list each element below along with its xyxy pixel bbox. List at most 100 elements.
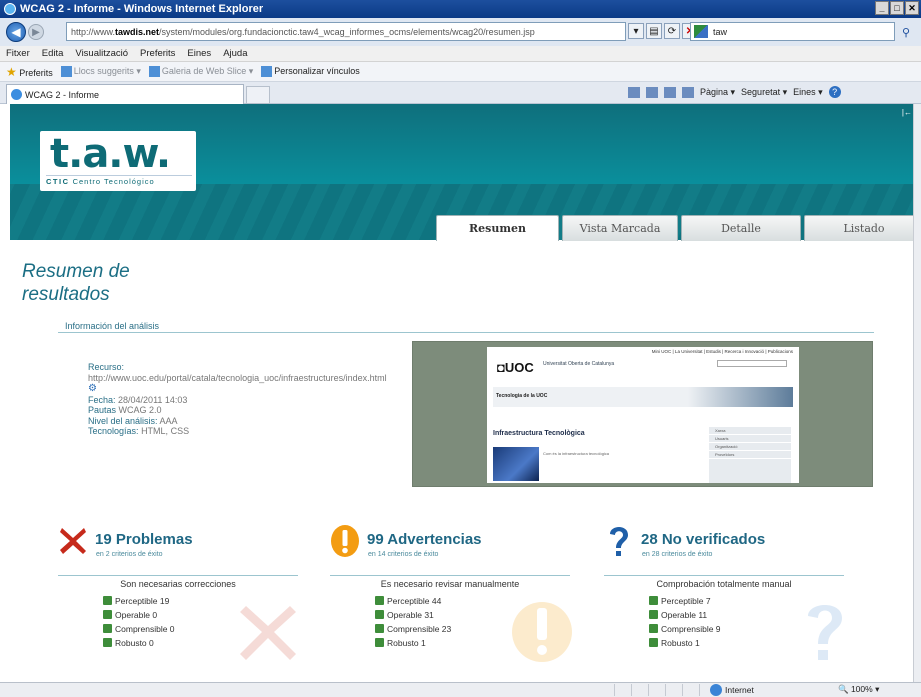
minimize-button[interactable]: _ — [875, 1, 889, 15]
list-item[interactable]: Comprensible 0 — [103, 622, 175, 636]
list-item-label: Operable 0 — [115, 610, 158, 620]
tab-detalle[interactable]: Detalle — [681, 215, 801, 241]
list-item-label: Robusto 1 — [661, 638, 700, 648]
help-icon[interactable]: ? — [828, 86, 841, 98]
favorites-label: Preferits — [19, 67, 53, 78]
list-item[interactable]: Comprensible 23 — [375, 622, 451, 636]
mail-icon[interactable] — [664, 86, 676, 98]
search-input[interactable]: taw — [690, 22, 895, 41]
problems-caption: Son necesarias correcciones — [120, 579, 236, 589]
question-watermark-icon — [808, 605, 842, 660]
command-bar: Pàgina ▾ Seguretat ▾ Eines ▾ ? — [628, 86, 841, 98]
list-item-label: Operable 31 — [387, 610, 434, 620]
collapse-icon[interactable]: |← — [902, 108, 912, 117]
level-value: AAA — [159, 415, 178, 426]
resource-url[interactable]: http://www.uoc.edu/portal/catala/tecnolo… — [88, 373, 387, 383]
forward-button[interactable]: ▶ — [28, 24, 44, 40]
dropdown-icon[interactable]: ▾ — [628, 23, 644, 39]
list-item[interactable]: Perceptible 19 — [103, 594, 175, 608]
status-pane — [666, 684, 683, 696]
menu-tools[interactable]: Eines — [187, 48, 211, 59]
unverified-list: Perceptible 7 Operable 11 Comprensible 9… — [649, 594, 721, 650]
ie-logo-icon — [4, 3, 16, 15]
logo-subtitle: CTIC Centro Tecnológico — [46, 175, 192, 187]
ie-icon — [261, 66, 273, 78]
security-menu[interactable]: Seguretat ▾ — [741, 87, 787, 98]
unverified-title[interactable]: 28 No verificados — [641, 531, 765, 548]
address-buttons: ▾ ▤ ⟳ ✕ — [628, 23, 698, 39]
list-item[interactable]: Operable 0 — [103, 608, 175, 622]
live-search-icon — [694, 25, 708, 38]
search-icon[interactable]: ⚲ — [898, 24, 914, 40]
compat-icon[interactable]: ▤ — [646, 23, 662, 39]
tab-vista-marcada[interactable]: Vista Marcada — [562, 215, 678, 241]
page-viewport: |← t.a.w. CTIC Centro Tecnológico Resume… — [0, 104, 913, 682]
list-item-label: Comprensible 23 — [387, 624, 452, 634]
vertical-scrollbar[interactable] — [913, 104, 921, 682]
info-icon — [649, 638, 658, 647]
list-item-label: Comprensible 0 — [115, 624, 175, 634]
menu-help[interactable]: Ajuda — [223, 48, 247, 59]
logo-main: t.a.w. — [50, 131, 171, 177]
divider — [58, 575, 298, 576]
page-menu[interactable]: Pàgina ▾ — [700, 87, 735, 98]
home-icon[interactable] — [628, 86, 640, 98]
back-button[interactable]: ◀ — [6, 22, 26, 42]
address-bar[interactable]: http://www. tawdis.net/system/modules/org… — [66, 22, 626, 41]
zoom-control[interactable]: 🔍 100% ▾ — [838, 684, 879, 695]
settings-icon[interactable]: ⚙ — [88, 383, 97, 394]
warning-watermark-icon — [512, 602, 572, 662]
suggested-sites-link[interactable]: Llocs suggerits ▾ — [60, 66, 141, 78]
list-item[interactable]: Perceptible 7 — [649, 594, 721, 608]
window-controls: _ □ ✕ — [875, 1, 919, 15]
list-item[interactable]: Robusto 1 — [375, 636, 451, 650]
feeds-icon[interactable] — [646, 86, 658, 98]
preview-band-title: Tecnologia de la UOC — [496, 393, 548, 399]
menu-file[interactable]: Fitxer — [6, 48, 30, 59]
list-item-label: Perceptible 7 — [661, 596, 711, 606]
status-pane — [683, 684, 700, 696]
menu-favorites[interactable]: Preferits — [140, 48, 175, 59]
info-icon — [649, 624, 658, 633]
guidelines-label: Pautas — [88, 405, 117, 415]
custom-links-link[interactable]: Personalizar vínculos — [261, 66, 360, 78]
list-item-label: Operable 11 — [661, 610, 708, 620]
new-tab-button[interactable] — [246, 86, 270, 104]
window-titlebar: WCAG 2 - Informe - Windows Internet Expl… — [0, 0, 921, 18]
info-icon — [103, 624, 112, 633]
problems-title[interactable]: 19 Problemas — [95, 531, 193, 548]
menu-view[interactable]: Visualització — [75, 48, 128, 59]
print-icon[interactable] — [682, 86, 694, 98]
analysis-metadata: Recurso: http://www.uoc.edu/portal/catal… — [88, 362, 387, 437]
list-item[interactable]: Perceptible 44 — [375, 594, 451, 608]
info-icon — [649, 610, 658, 619]
unverified-subtitle: en 28 criterios de éxito — [642, 551, 713, 558]
browser-tab-row: WCAG 2 - Informe Pàgina ▾ Seguretat ▾ Ei… — [0, 82, 921, 104]
list-item[interactable]: Robusto 1 — [649, 636, 721, 650]
list-item[interactable]: Operable 31 — [375, 608, 451, 622]
menu-edit[interactable]: Edita — [42, 48, 64, 59]
preview-side-item: Organització — [709, 443, 791, 451]
list-item[interactable]: Operable 11 — [649, 608, 721, 622]
level-label: Nivel del análisis: — [88, 415, 158, 426]
webslice-gallery-link[interactable]: Galeria de Web Slice ▾ — [148, 66, 253, 78]
list-item[interactable]: Comprensible 9 — [649, 622, 721, 636]
maximize-button[interactable]: □ — [890, 1, 904, 15]
warnings-subtitle: en 14 criterios de éxito — [368, 551, 439, 558]
tab-resumen[interactable]: Resumen — [436, 215, 559, 241]
tools-menu[interactable]: Eines ▾ — [793, 87, 823, 98]
taw-logo[interactable]: t.a.w. CTIC Centro Tecnológico — [40, 131, 196, 191]
ie-icon — [60, 66, 72, 78]
preview-university: Universitat Oberta de Catalunya — [543, 361, 615, 367]
status-pane — [649, 684, 666, 696]
security-zone[interactable]: Internet — [710, 684, 754, 696]
list-item[interactable]: Robusto 0 — [103, 636, 175, 650]
warnings-title[interactable]: 99 Advertencias — [367, 531, 482, 548]
browser-tab[interactable]: WCAG 2 - Informe — [6, 84, 244, 104]
favorites-button[interactable]: ★ Preferits — [6, 65, 53, 79]
refresh-icon[interactable]: ⟳ — [664, 23, 680, 39]
tab-listado[interactable]: Listado — [804, 215, 913, 241]
close-button[interactable]: ✕ — [905, 1, 919, 15]
warnings-caption: Es necesario revisar manualmente — [380, 579, 520, 589]
guidelines-value: WCAG 2.0 — [118, 405, 162, 415]
